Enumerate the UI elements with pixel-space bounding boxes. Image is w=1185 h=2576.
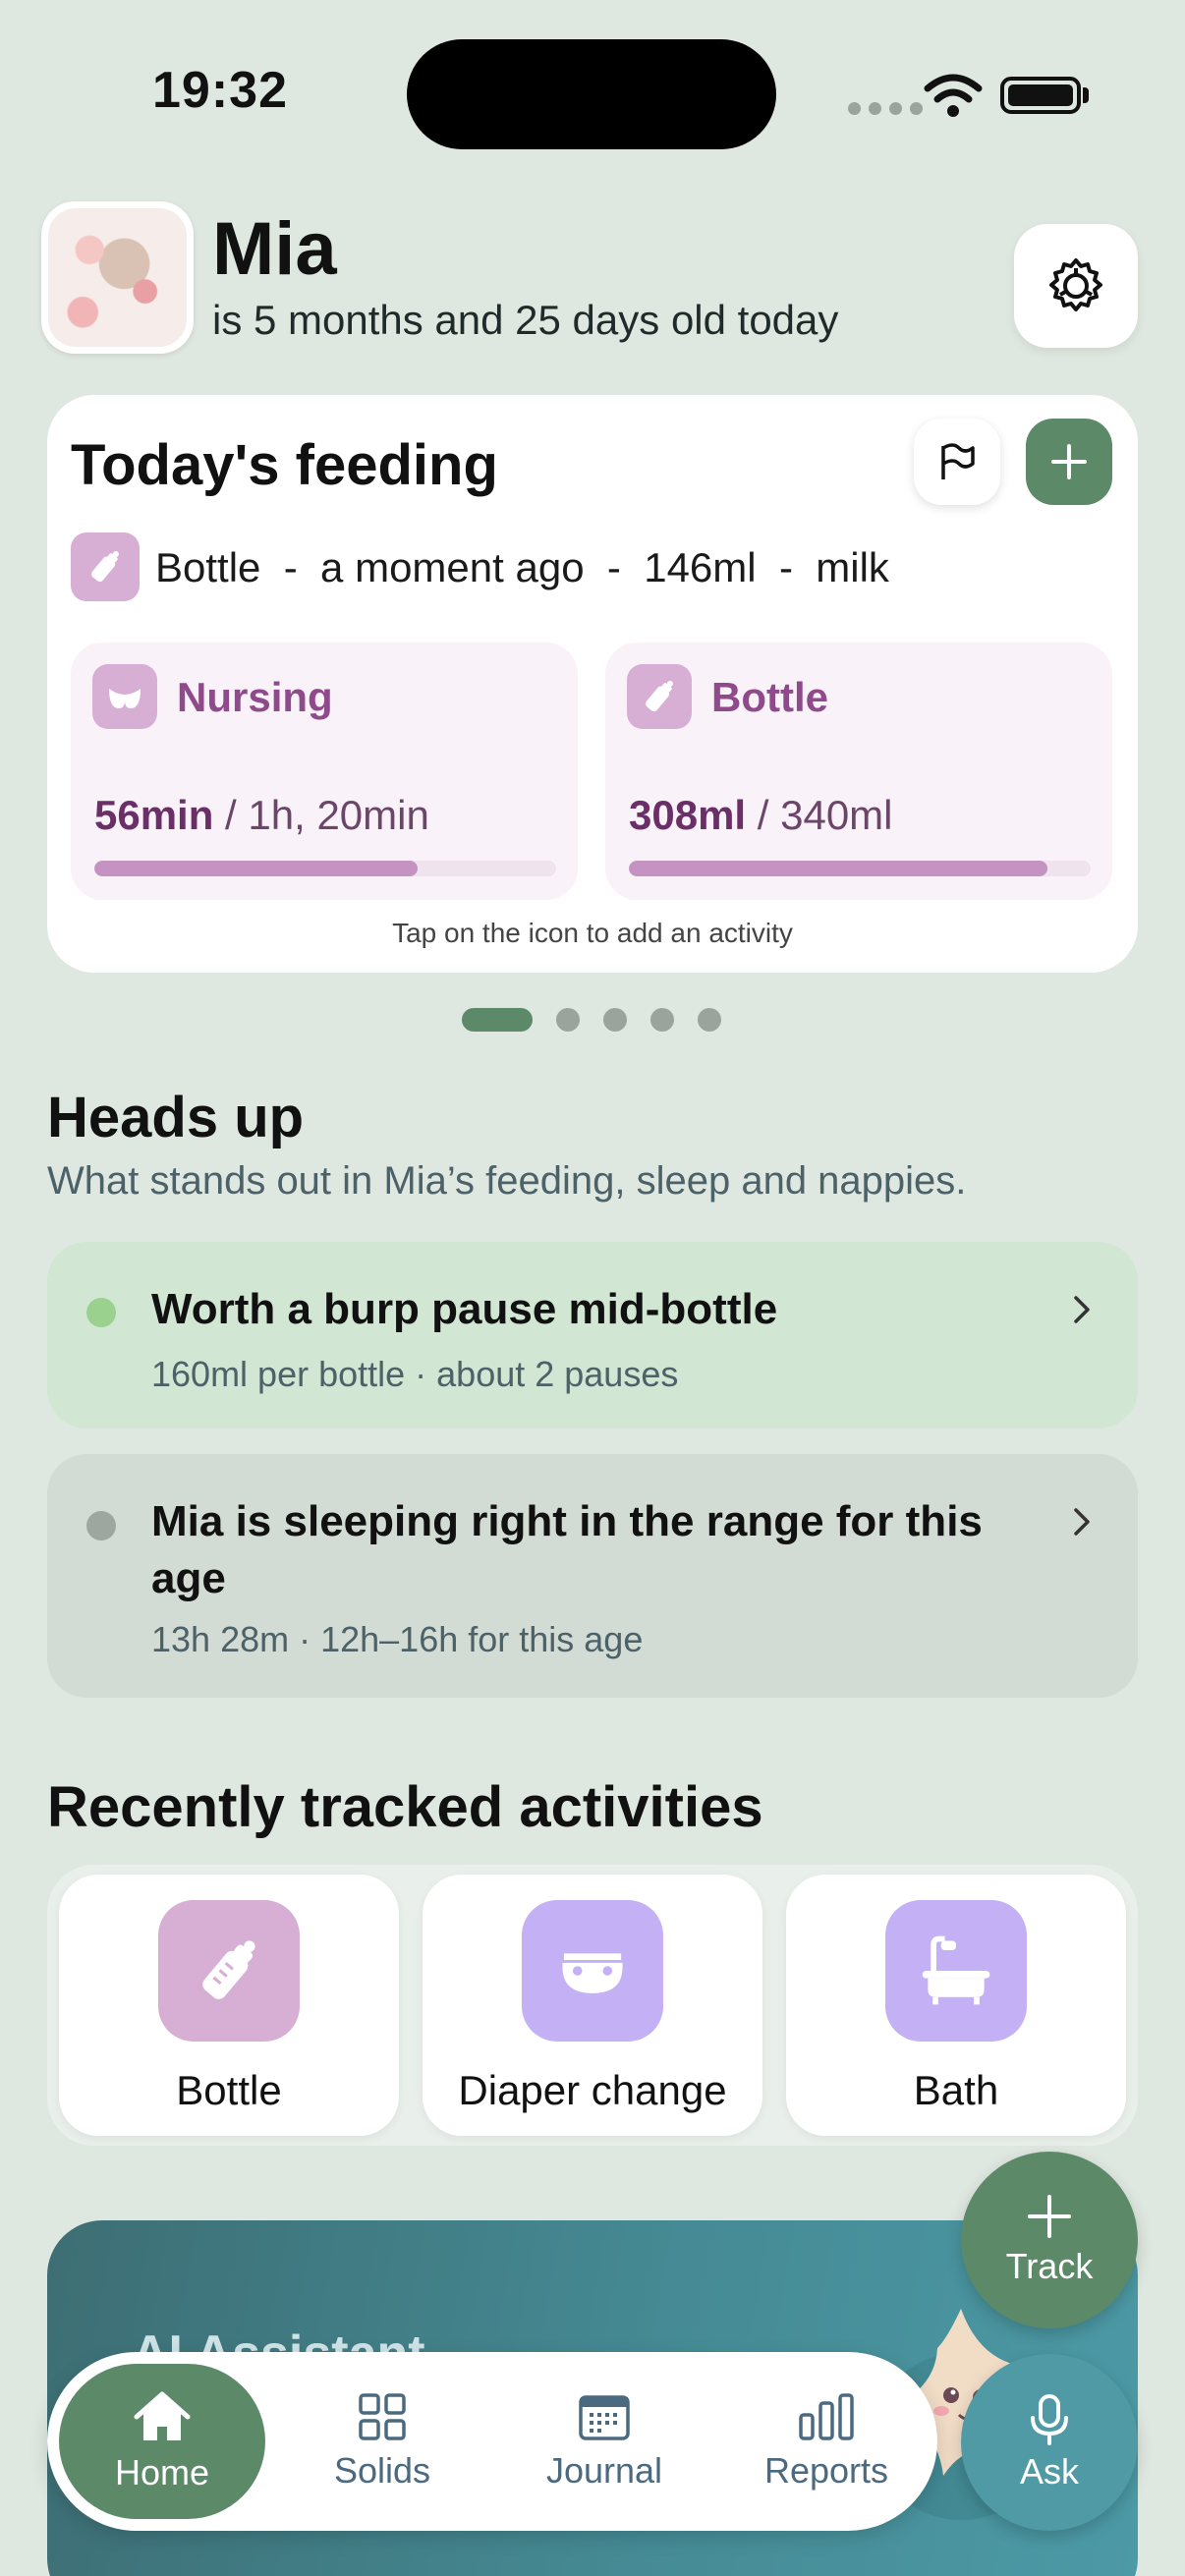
tab-journal-label: Journal	[545, 2450, 663, 2491]
feeding-hint: Tap on the icon to add an activity	[392, 918, 793, 948]
flag-icon	[941, 443, 975, 479]
page-dot[interactable]	[462, 1008, 533, 1032]
tab-home-label: Home	[114, 2452, 210, 2492]
tab-journal[interactable]: Journal	[501, 2364, 707, 2519]
dynamic-island	[407, 39, 776, 149]
bar-chart-icon	[799, 2393, 854, 2440]
nursing-icon	[92, 664, 157, 729]
nursing-label: Nursing	[177, 674, 333, 720]
recent-activity-label: Bath	[913, 2067, 999, 2113]
nursing-value: 56min / 1h, 20min	[94, 792, 429, 838]
page-dot[interactable]	[603, 1008, 627, 1032]
heads-up-subtitle: What stands out in Mia’s feeding, sleep …	[47, 1159, 967, 1203]
bottle-stat[interactable]: Bottle 308ml / 340ml	[605, 643, 1112, 900]
page-dot[interactable]	[698, 1008, 721, 1032]
grid-icon	[359, 2393, 406, 2440]
chevron-right-icon	[1074, 1296, 1090, 1323]
calendar-icon	[579, 2395, 630, 2440]
tab-solids-label: Solids	[333, 2450, 431, 2491]
tip-title: Mia is sleeping right in the range for t…	[151, 1497, 983, 1602]
recent-activity-bath[interactable]: Bath	[786, 1875, 1126, 2136]
page-indicator[interactable]	[462, 1008, 721, 1032]
tip-card[interactable]: Mia is sleeping right in the range for t…	[47, 1454, 1138, 1698]
plus-icon	[1028, 2195, 1071, 2238]
bottle-value: 308ml / 340ml	[629, 792, 893, 838]
tip-subtitle: 13h 28m · 12h–16h for this age	[151, 1619, 644, 1659]
child-age: is 5 months and 25 days old today	[212, 297, 839, 343]
recent-activity-label: Bottle	[176, 2067, 282, 2113]
ask-label: Ask	[1019, 2451, 1079, 2492]
last-feeding-summary: Bottle - a moment ago - 146ml - milk	[155, 544, 889, 590]
cellular-signal-icon	[848, 102, 923, 115]
track-label: Track	[1005, 2246, 1094, 2286]
nursing-progress	[94, 861, 556, 876]
page-dot[interactable]	[556, 1008, 580, 1032]
settings-button[interactable]	[1014, 224, 1138, 348]
status-time: 19:32	[152, 62, 288, 119]
tip-subtitle: 160ml per bottle · about 2 pauses	[151, 1354, 679, 1394]
status-dot	[86, 1298, 116, 1327]
plus-icon	[1051, 444, 1087, 479]
battery-icon	[1000, 77, 1081, 114]
microphone-icon	[1031, 2394, 1068, 2445]
wifi-icon	[924, 74, 983, 117]
flag-button[interactable]	[914, 419, 1000, 505]
diaper-icon	[522, 1900, 663, 2042]
track-button[interactable]: Track	[961, 2152, 1138, 2328]
recent-activity-diaper[interactable]: Diaper change	[423, 1875, 762, 2136]
recent-activity-label: Diaper change	[458, 2067, 727, 2113]
tip-title: Worth a burp pause mid-bottle	[151, 1285, 778, 1333]
bathtub-icon	[885, 1900, 1027, 2042]
battery-tip	[1083, 87, 1089, 103]
home-icon	[134, 2391, 191, 2440]
bottle-icon	[71, 532, 140, 601]
ask-button[interactable]: Ask	[961, 2354, 1138, 2531]
tab-solids[interactable]: Solids	[279, 2364, 485, 2519]
page-dot[interactable]	[650, 1008, 674, 1032]
bottle-label: Bottle	[711, 674, 828, 720]
tab-reports[interactable]: Reports	[723, 2364, 930, 2519]
add-feeding-button[interactable]	[1026, 419, 1112, 505]
heads-up-title: Heads up	[47, 1086, 305, 1149]
status-dot	[86, 1511, 116, 1540]
gear-icon	[1049, 258, 1102, 311]
tab-bar: Home Solids Journal Reports	[47, 2352, 937, 2531]
bottle-icon	[627, 664, 692, 729]
recent-activities-title: Recently tracked activities	[47, 1775, 763, 1839]
tab-home[interactable]: Home	[59, 2364, 265, 2519]
nursing-stat[interactable]: Nursing 56min / 1h, 20min	[71, 643, 578, 900]
tip-card[interactable]: Worth a burp pause mid-bottle 160ml per …	[47, 1242, 1138, 1428]
bottle-icon	[158, 1900, 300, 2042]
chevron-right-icon	[1074, 1508, 1090, 1536]
avatar[interactable]	[41, 201, 194, 354]
bottle-progress	[629, 861, 1091, 876]
recent-activity-bottle[interactable]: Bottle	[59, 1875, 399, 2136]
tab-reports-label: Reports	[763, 2450, 889, 2491]
feeding-card-title: Today's feeding	[71, 433, 498, 497]
child-name: Mia	[212, 207, 337, 291]
